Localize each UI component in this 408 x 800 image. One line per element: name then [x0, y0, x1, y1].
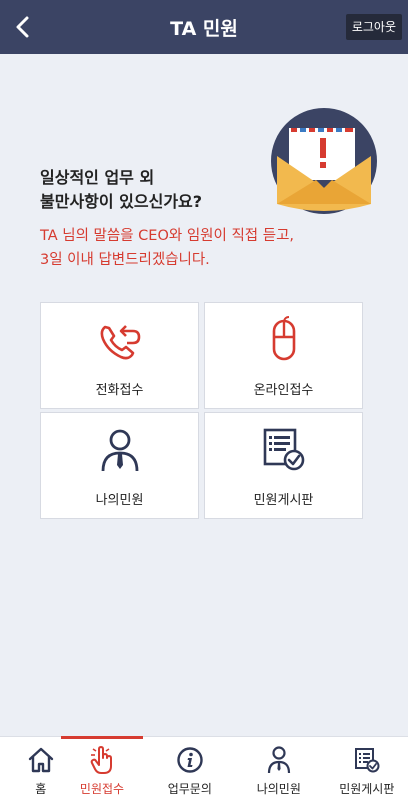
tile-label: 나의민원: [95, 493, 144, 508]
menu-grid: 전화접수 온라인접수 나의민원 민원게시판: [40, 302, 364, 520]
tab-label: 나의민원: [256, 782, 301, 796]
bottom-tab-bar: 홈 민원접수 업무문의 나의민원 민원게시판: [0, 736, 408, 800]
phone-callback-icon: [100, 325, 140, 360]
intro-headline: 일상적인 업무 외 불만사항이 있으신가요?: [40, 166, 280, 214]
main-content: 일상적인 업무 외 불만사항이 있으신가요? TA 님의 말씀을 CEO와 임원…: [0, 54, 408, 736]
subtext-line-1: TA 님의 말씀을 CEO와 임원이 직접 듣고,: [40, 228, 295, 244]
home-icon: [28, 747, 53, 773]
person-tie-icon: [101, 429, 138, 472]
board-check-icon: [354, 748, 380, 773]
headline-line-2: 불만사항이 있으신가요?: [40, 192, 203, 211]
tile-label: 민원게시판: [253, 493, 314, 508]
board-check-icon: [263, 428, 304, 471]
my-complaints-tile[interactable]: 나의민원: [40, 412, 199, 519]
subtext-line-2: 3일 이내 답변드리겠습니다.: [40, 252, 210, 268]
logout-button[interactable]: 로그아웃: [345, 14, 402, 40]
mouse-icon: [272, 316, 295, 361]
tab-business-inquiry[interactable]: 업무문의: [149, 737, 231, 800]
tab-label: 업무문의: [167, 782, 212, 796]
intro-subtext: TA 님의 말씀을 CEO와 임원이 직접 듣고, 3일 이내 답변드리겠습니다…: [40, 224, 380, 272]
headline-line-1: 일상적인 업무 외: [40, 168, 155, 187]
tab-complaint-submit[interactable]: 민원접수: [61, 736, 143, 800]
complaint-board-tile[interactable]: 민원게시판: [204, 412, 363, 519]
person-tie-icon: [267, 746, 290, 774]
tab-label: 민원접수: [79, 782, 125, 796]
phone-report-tile[interactable]: 전화접수: [40, 302, 199, 409]
hand-pointer-icon: [90, 746, 112, 774]
tab-my-complaints[interactable]: 나의민원: [238, 737, 320, 800]
tile-label: 온라인접수: [253, 383, 314, 398]
tile-label: 전화접수: [95, 383, 144, 398]
info-icon: [177, 747, 203, 773]
envelope-alert-icon: [271, 108, 377, 214]
tab-label: 민원게시판: [339, 782, 395, 796]
app-header: TA 민원 로그아웃: [0, 0, 408, 54]
online-report-tile[interactable]: 온라인접수: [204, 302, 363, 409]
tab-complaint-board[interactable]: 민원게시판: [326, 737, 408, 800]
